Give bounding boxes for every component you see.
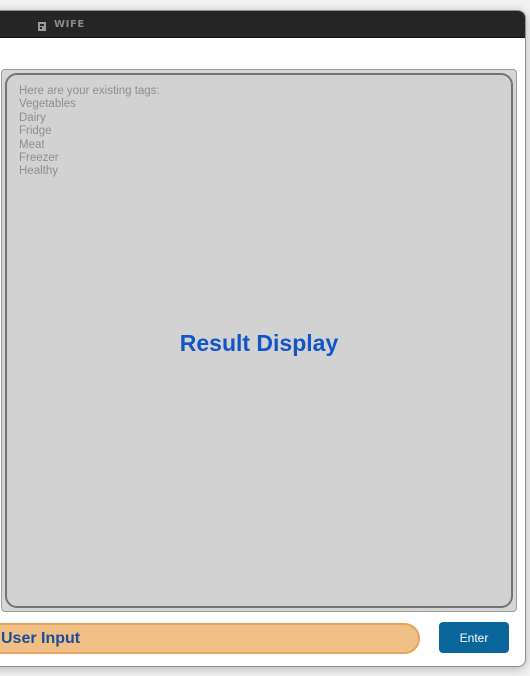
result-line-4: Fridge [19, 125, 52, 138]
app-window: WIFE Here are your existing tags: Vegeta… [0, 10, 526, 667]
result-display-label: Result Display [179, 330, 339, 356]
result-display-panel: Here are your existing tags: Vegetables … [1, 69, 517, 612]
result-display-area: Here are your existing tags: Vegetables … [5, 73, 513, 608]
app-icon [37, 19, 47, 31]
user-input-container [0, 623, 420, 654]
title-wrap: WIFE [37, 17, 85, 31]
result-line-5: Meat [19, 138, 45, 151]
result-text-block: Here are your existing tags: Vegetables … [19, 85, 160, 179]
result-line-7: Healthy [19, 165, 58, 178]
result-line-2: Vegetables [19, 98, 76, 111]
window-title: WIFE [54, 18, 85, 30]
result-line-1: Here are your existing tags: [19, 85, 160, 97]
enter-button[interactable]: Enter [439, 622, 509, 653]
title-bar: WIFE [0, 11, 525, 38]
result-line-3: Dairy [19, 111, 46, 124]
user-input-field[interactable] [1, 629, 381, 649]
result-line-6: Freezer [19, 152, 59, 165]
